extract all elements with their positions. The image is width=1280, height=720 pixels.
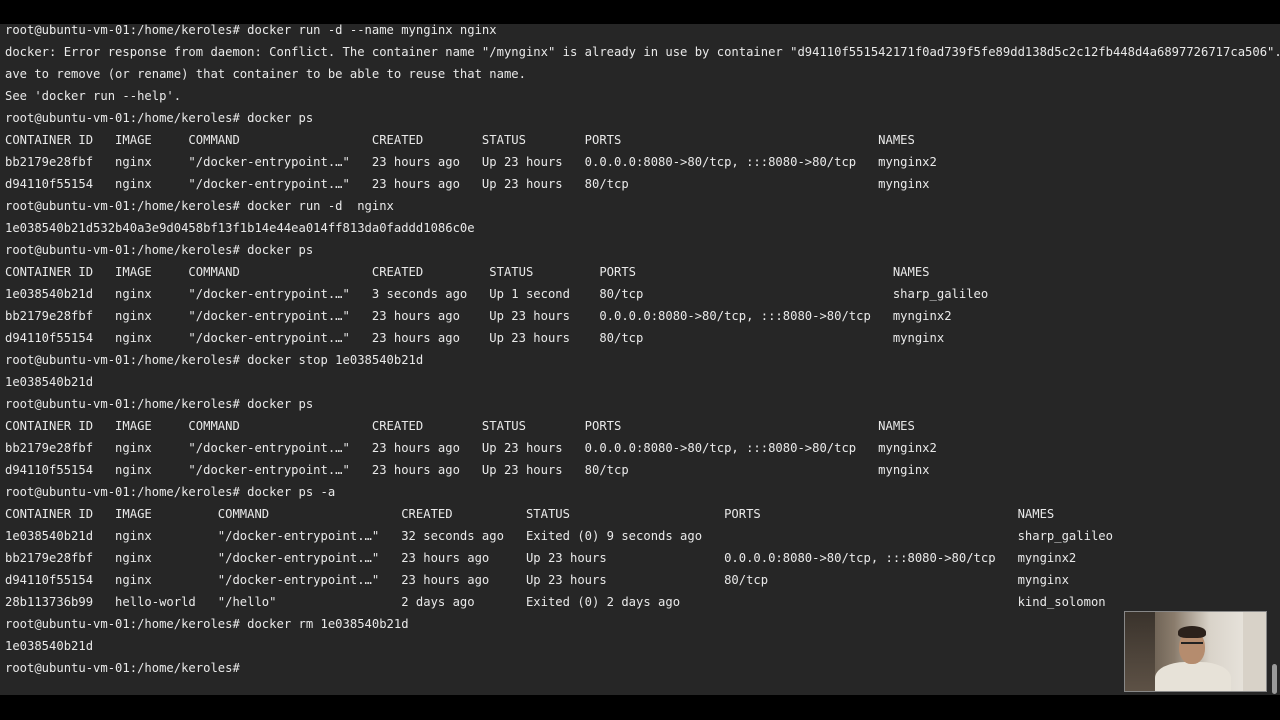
- terminal-line: docker: Error response from daemon: Conf…: [5, 45, 1280, 59]
- terminal-line: 1e038540b21d nginx "/docker-entrypoint.……: [5, 287, 989, 301]
- webcam-background: [1125, 612, 1155, 691]
- terminal-window[interactable]: root@ubuntu-vm-01:/home/keroles# docker …: [0, 24, 1280, 695]
- presenter-glasses: [1181, 642, 1203, 649]
- terminal-line: root@ubuntu-vm-01:/home/keroles# docker …: [5, 243, 314, 257]
- terminal-line: 1e038540b21d532b40a3e9d0458bf13f1b14e44e…: [5, 221, 475, 235]
- terminal-line: d94110f55154 nginx "/docker-entrypoint.……: [5, 573, 1069, 587]
- terminal-line: d94110f55154 nginx "/docker-entrypoint.……: [5, 331, 945, 345]
- terminal-line: bb2179e28fbf nginx "/docker-entrypoint.……: [5, 441, 937, 455]
- presenter-body: [1155, 662, 1231, 691]
- terminal-line: root@ubuntu-vm-01:/home/keroles# docker …: [5, 24, 497, 37]
- terminal-line: root@ubuntu-vm-01:/home/keroles# docker …: [5, 111, 314, 125]
- terminal-line: 1e038540b21d: [5, 639, 94, 653]
- terminal-line: CONTAINER ID IMAGE COMMAND CREATED STATU…: [5, 133, 915, 147]
- terminal-line: root@ubuntu-vm-01:/home/keroles# docker …: [5, 353, 424, 367]
- terminal-line: bb2179e28fbf nginx "/docker-entrypoint.……: [5, 155, 937, 169]
- terminal-line: See 'docker run --help'.: [5, 89, 182, 103]
- terminal-line: root@ubuntu-vm-01:/home/keroles# docker …: [5, 397, 314, 411]
- terminal-line: root@ubuntu-vm-01:/home/keroles# docker …: [5, 617, 409, 631]
- webcam-overlay: [1124, 611, 1267, 692]
- terminal-line: root@ubuntu-vm-01:/home/keroles# docker …: [5, 199, 394, 213]
- terminal-line: 1e038540b21d: [5, 375, 94, 389]
- terminal-line: CONTAINER ID IMAGE COMMAND CREATED STATU…: [5, 265, 930, 279]
- terminal-prompt-line[interactable]: root@ubuntu-vm-01:/home/keroles#: [5, 657, 1270, 679]
- terminal-line: 28b113736b99 hello-world "/hello" 2 days…: [5, 595, 1106, 609]
- terminal-line: d94110f55154 nginx "/docker-entrypoint.……: [5, 177, 930, 191]
- scrollbar[interactable]: [1272, 664, 1277, 694]
- terminal-line: 1e038540b21d nginx "/docker-entrypoint.……: [5, 529, 1113, 543]
- terminal-line: CONTAINER ID IMAGE COMMAND CREATED STATU…: [5, 507, 1055, 521]
- webcam-background: [1243, 612, 1266, 691]
- terminal-line: root@ubuntu-vm-01:/home/keroles# docker …: [5, 485, 336, 499]
- terminal-line: d94110f55154 nginx "/docker-entrypoint.……: [5, 463, 930, 477]
- screen: root@ubuntu-vm-01:/home/keroles# docker …: [0, 0, 1280, 720]
- terminal-line: ave to remove (or rename) that container…: [5, 67, 526, 81]
- terminal-line: bb2179e28fbf nginx "/docker-entrypoint.……: [5, 309, 952, 323]
- presenter-hair: [1178, 626, 1206, 638]
- terminal-line: CONTAINER ID IMAGE COMMAND CREATED STATU…: [5, 419, 915, 433]
- terminal-output[interactable]: root@ubuntu-vm-01:/home/keroles# docker …: [5, 24, 1280, 679]
- terminal-line: bb2179e28fbf nginx "/docker-entrypoint.……: [5, 551, 1077, 565]
